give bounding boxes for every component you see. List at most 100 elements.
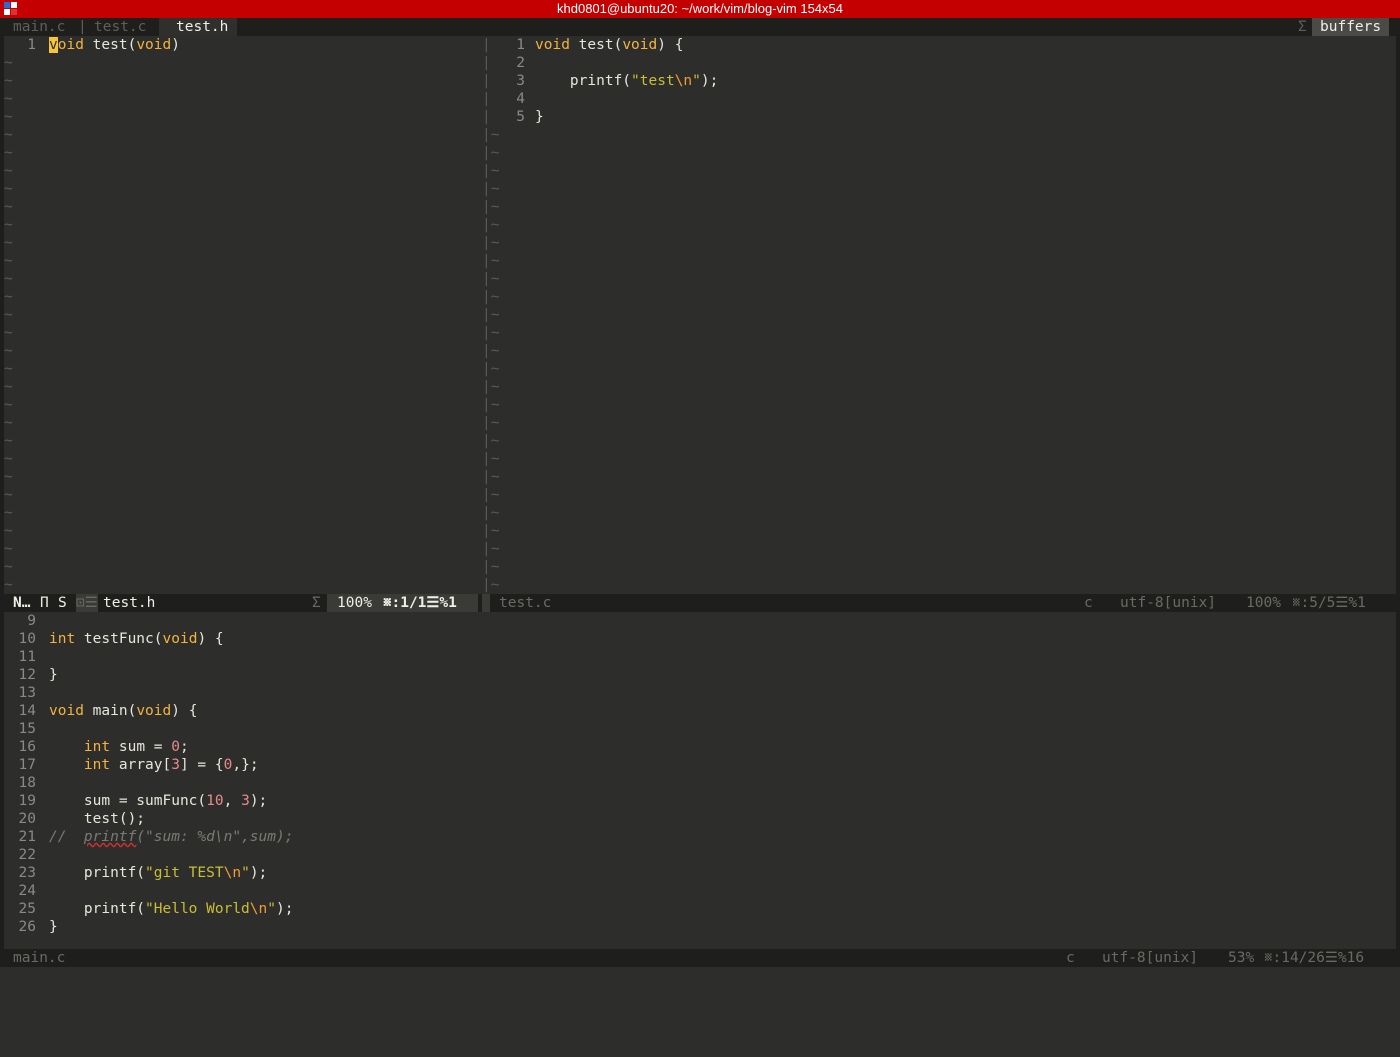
code-line[interactable]: 23 printf("git TEST\n"); [4,864,268,882]
empty-line-tilde: ~ [4,289,13,305]
empty-line-tilde: ~ [4,487,13,503]
tab-test-h[interactable]: test.h [159,18,238,36]
line-number: 1 [516,37,525,53]
code-token: "Hello World [145,901,250,917]
mode-indicator: N… [13,595,31,611]
code-token: printf( [535,73,632,89]
code-token: void [49,703,84,719]
code-line[interactable]: 17 int array[3] = {0,}; [4,756,259,774]
window-titlebar: khd0801@ubuntu20: ~/work/vim/blog-vim 15… [0,0,1400,18]
empty-line-tilde: ~ [4,271,13,287]
split-bar: | [482,37,491,53]
code-token: "test [631,73,675,89]
code-token: " [241,865,250,881]
editor-pane-test-h[interactable]: 1 void test(void) ~ ~ ~ ~ ~ ~ ~ ~ ~ ~ ~ ~ ~ ~ ~ ~ ~ ~ ~ ~ ~ ~ ~ ~… [4,36,478,594]
code-line[interactable]: 1 void test(void) [4,36,180,54]
terminal-app-icon [4,2,18,16]
code-line[interactable]: 15 [4,720,49,738]
line-number: 26 [18,919,36,935]
status-filetype: c [1066,950,1075,966]
code-line[interactable]: 5} [500,108,544,126]
line-number: 22 [18,847,36,863]
code-token: test(); [49,811,146,827]
code-line[interactable]: 26} [4,918,58,936]
empty-line-tilde: ~ [4,523,13,539]
split-bar: |~ [482,145,500,161]
code-token: ); [700,73,719,89]
status-position: ␧:1/1☰%1 [383,595,457,611]
line-number: 18 [18,775,36,791]
tab-test-c[interactable]: test.c [88,18,152,36]
code-token: int [83,739,111,755]
buffers-button[interactable]: buffers [1312,18,1390,36]
line-number: 3 [516,73,525,89]
code-line[interactable]: 2 [500,54,535,72]
code-token: \n [223,865,242,881]
split-bar: |~ [482,217,500,233]
split-bar: |~ [482,523,500,539]
status-filename: test.h [103,595,156,611]
code-line[interactable]: 22 [4,846,49,864]
code-token: sum = sumFunc( [49,793,207,809]
split-bar: | [482,91,491,107]
code-line[interactable]: 13 [4,684,49,702]
code-token: ] = { [179,757,224,773]
code-line[interactable]: 20 test(); [4,810,146,828]
code-token: } [535,109,544,125]
code-line[interactable]: 3 printf("test\n"); [500,72,718,90]
empty-line-tilde: ~ [4,361,13,377]
split-bar: |~ [482,433,500,449]
vertical-split-separator[interactable]: | | | | | |~ |~ |~ |~ |~ |~ |~ |~ |~ |~ |~ |~ |~ |~ |~ |~ |~ |… [478,36,500,594]
split-bar: |~ [482,127,500,143]
code-line[interactable]: 14 void main(void) { [4,702,198,720]
code-token: void [136,37,172,53]
split-bar: |~ [482,559,500,575]
code-token: \n [249,901,268,917]
split-bar: |~ [482,325,500,341]
line-number: 5 [516,109,525,125]
code-line[interactable]: 18 [4,774,49,792]
code-line[interactable]: 10 int testFunc(void) { [4,630,224,648]
split-bar: |~ [482,379,500,395]
split-bar: |~ [482,307,500,323]
split-bar: |~ [482,451,500,467]
code-line[interactable]: 1 void test(void) { [500,36,683,54]
editor-pane-main-c[interactable]: 9 10 int testFunc(void) {11 12} 13 14 void mai… [4,612,1396,949]
empty-line-tilde: ~ [4,217,13,233]
code-line[interactable]: 11 [4,648,49,666]
code-line[interactable]: 25 printf("Hello World\n"); [4,900,294,918]
empty-line-tilde: ~ [4,127,13,143]
tab-separator: | [78,19,87,35]
status-position: ␧:5/5☰%1 [1292,595,1366,611]
empty-line-tilde: ~ [4,145,13,161]
code-line[interactable]: 9 [4,612,49,630]
code-line[interactable]: 19 sum = sumFunc(10, 3); [4,792,268,810]
split-bar: |~ [482,469,500,485]
split-bar: |~ [482,541,500,557]
empty-line-tilde: ~ [4,55,13,71]
line-number: 16 [18,739,36,755]
empty-line-tilde: ~ [4,199,13,215]
git-branch-icon: Π [40,595,49,611]
code-line[interactable]: 21 // printf("sum: %d\n",sum); [4,828,294,846]
window-title: khd0801@ubuntu20: ~/work/vim/blog-vim 15… [557,1,843,16]
code-token: sum = [110,739,172,755]
split-bar: |~ [482,415,500,431]
editor-pane-test-c[interactable]: 1 void test(void) {2 3 printf("test\n"); 4 5… [500,36,1396,594]
line-number: 24 [18,883,36,899]
code-line[interactable]: 24 [4,882,49,900]
empty-line-tilde: ~ [4,307,13,323]
code-line[interactable]: 16 int sum = 0; [4,738,189,756]
code-line[interactable]: 4 [500,90,535,108]
code-token: void [136,703,172,719]
code-token: main( [83,703,137,719]
right-edge [1396,36,1400,949]
line-number: 14 [18,703,36,719]
code-token: ); [249,865,268,881]
line-number: 1 [27,37,36,53]
tab-main-c[interactable]: main.c [7,18,71,36]
code-line[interactable]: 12} [4,666,58,684]
code-token: int [83,757,111,773]
split-bar: |~ [482,253,500,269]
